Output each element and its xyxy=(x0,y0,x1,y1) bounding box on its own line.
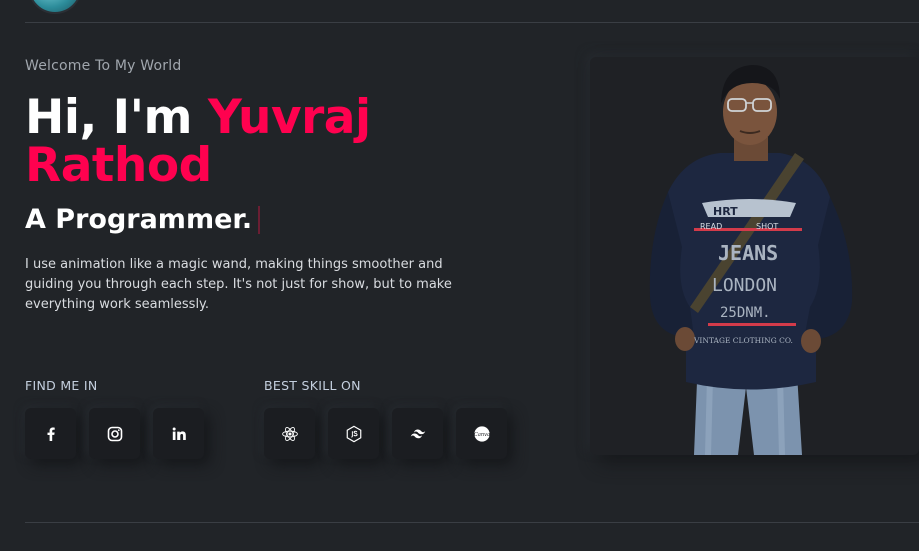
find-me-label: FIND ME IN xyxy=(25,378,98,393)
shirt-text-hrt: HRT xyxy=(713,205,738,218)
canva-icon: Canva xyxy=(474,425,490,442)
react-icon xyxy=(281,426,298,441)
tailwind-skill[interactable] xyxy=(392,408,443,459)
skill-icons: Canva xyxy=(264,408,507,459)
react-skill[interactable] xyxy=(264,408,315,459)
typing-cursor xyxy=(258,205,261,234)
nodejs-skill[interactable] xyxy=(328,408,379,459)
canva-skill[interactable]: Canva xyxy=(456,408,507,459)
hero-description: I use animation like a magic wand, makin… xyxy=(25,257,452,312)
linkedin-icon xyxy=(172,427,186,440)
person-photo-illustration: HRT READ SHOT JEANS LONDON 25DNM. VINTAG… xyxy=(649,65,853,455)
facebook-icon xyxy=(47,427,55,441)
header-divider xyxy=(25,22,919,23)
hero-title: Hi, I'm Yuvraj Rathod xyxy=(25,94,545,190)
portfolio-page: Welcome To My World Hi, I'm Yuvraj Ratho… xyxy=(0,0,919,551)
shirt-text-25dnm: 25DNM. xyxy=(720,305,771,321)
social-links xyxy=(25,408,204,459)
greeting-text: Hi, I'm xyxy=(25,90,208,145)
shirt-text-london: LONDON xyxy=(712,275,777,296)
profile-photo: HRT READ SHOT JEANS LONDON 25DNM. VINTAG… xyxy=(590,57,919,455)
avatar[interactable] xyxy=(28,0,82,14)
best-skill-label: BEST SKILL ON xyxy=(264,378,361,393)
shirt-text-read: READ xyxy=(700,222,722,231)
shirt-text-jeans: JEANS xyxy=(718,241,778,265)
tailwind-icon xyxy=(410,429,425,438)
welcome-text: Welcome To My World xyxy=(25,58,182,74)
linkedin-button[interactable] xyxy=(153,408,204,459)
svg-text:Canva: Canva xyxy=(474,431,490,437)
facebook-button[interactable] xyxy=(25,408,76,459)
instagram-button[interactable] xyxy=(89,408,140,459)
shirt-text-vintage: VINTAGE CLOTHING CO. xyxy=(693,336,793,345)
nodejs-icon xyxy=(346,425,361,442)
typed-role: A Programmer. xyxy=(25,204,261,235)
role-text: A Programmer. xyxy=(25,204,253,235)
instagram-icon xyxy=(107,426,122,441)
section-divider xyxy=(25,522,919,523)
shirt-text-shot: SHOT xyxy=(756,222,778,231)
